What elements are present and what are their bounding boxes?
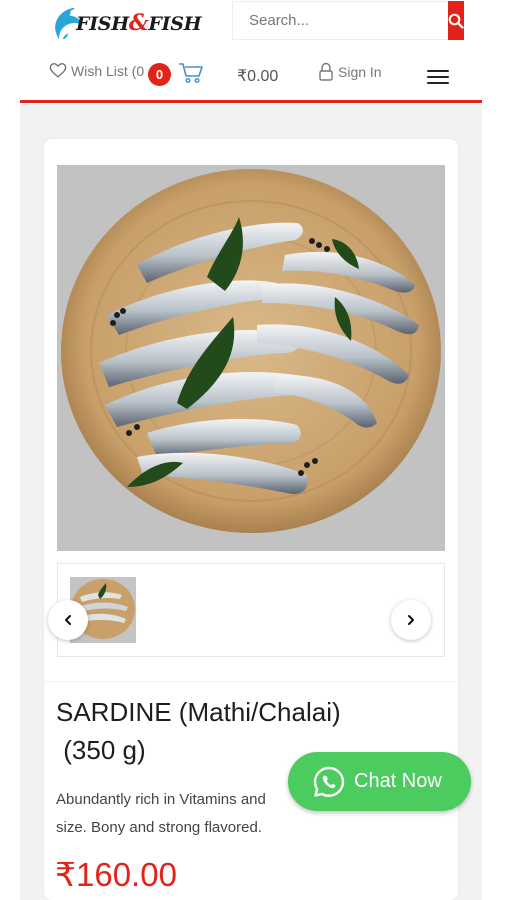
sardine-photo [57, 165, 445, 551]
search-input[interactable] [232, 1, 448, 40]
chat-now-button[interactable]: Chat Now [288, 752, 471, 811]
whatsapp-icon [313, 766, 345, 797]
utility-nav: Wish List (0 0 ₹0.00 Sign In [0, 58, 506, 92]
brand-logo[interactable]: FISH&FISH [50, 2, 202, 44]
header-divider [20, 100, 482, 103]
chevron-left-icon [65, 615, 71, 625]
search-bar [232, 1, 464, 40]
wishlist-label: Wish List (0 [71, 62, 145, 79]
card-divider [44, 681, 458, 682]
cart-total[interactable]: ₹0.00 [237, 66, 278, 86]
chat-now-label: Chat Now [354, 770, 442, 792]
heart-icon [49, 63, 67, 78]
site-header: FISH&FISH Wish List (0 0 ₹0.00 [0, 0, 506, 104]
brand-name: FISH&FISH [76, 10, 202, 36]
chevron-right-icon [408, 615, 414, 625]
product-price: ₹160.00 [55, 856, 177, 893]
cart-icon[interactable] [178, 62, 204, 84]
sign-in-label: Sign In [338, 64, 382, 80]
gallery-next-button[interactable] [391, 600, 431, 640]
gallery-prev-button[interactable] [48, 600, 88, 640]
hamburger-icon[interactable] [427, 70, 449, 84]
wishlist-link[interactable]: Wish List (0 [49, 62, 144, 79]
sign-in-link[interactable]: Sign In [318, 62, 382, 82]
lock-icon [319, 62, 333, 81]
search-icon [448, 13, 464, 29]
search-button[interactable] [448, 1, 464, 40]
cart-count-badge: 0 [148, 63, 171, 86]
product-main-image[interactable] [57, 165, 445, 551]
